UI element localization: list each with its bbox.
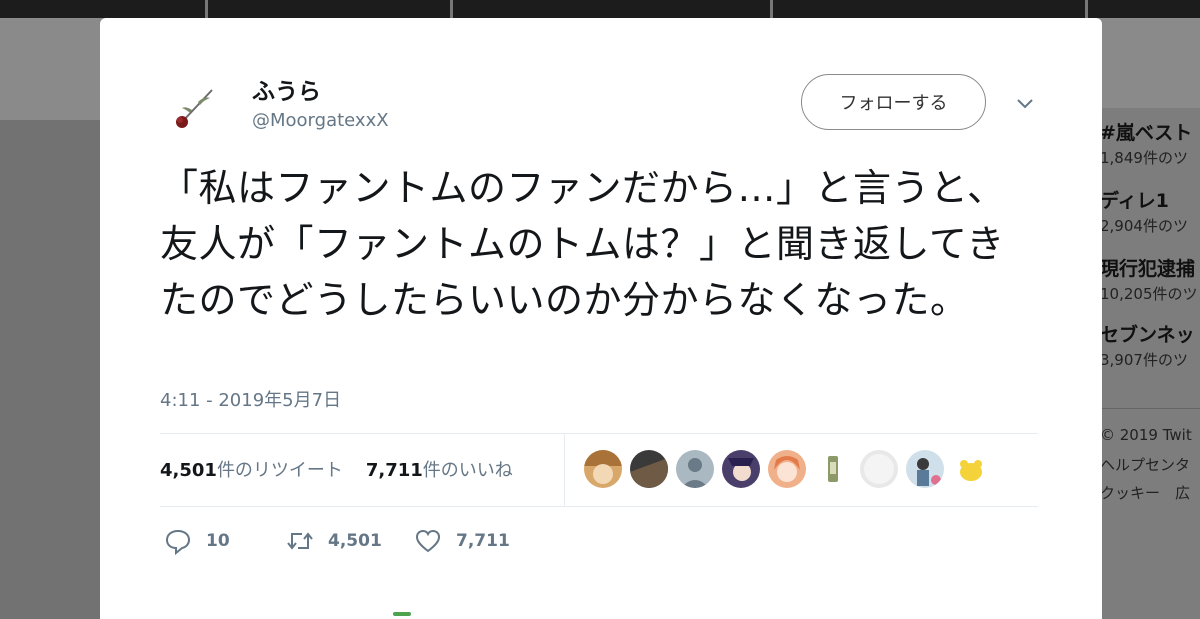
- like-action-count: 7,711: [456, 531, 510, 551]
- retweet-icon: [287, 532, 313, 550]
- avatar[interactable]: [906, 450, 944, 488]
- reply-icon: [165, 529, 191, 555]
- trend-item[interactable]: ディレ1 2,904件のツ: [1100, 186, 1188, 236]
- sidebar-divider: [1100, 408, 1200, 409]
- trend-count: 2,904件のツ: [1100, 217, 1188, 235]
- retweet-count: 4,501: [160, 460, 217, 481]
- background-decoration: [450, 0, 453, 18]
- like-stat[interactable]: 7,711件のいいね: [366, 460, 513, 481]
- trend-item[interactable]: セブンネッ 3,907件のツ: [1100, 320, 1195, 370]
- reply-button[interactable]: 10: [164, 526, 230, 556]
- trend-count: 3,907件のツ: [1100, 351, 1188, 369]
- stats-divider-top: [160, 433, 1038, 434]
- avatar[interactable]: [814, 450, 852, 488]
- background-decoration: [1085, 0, 1088, 18]
- trends-sidebar: #嵐ベスト 1,849件のツ ディレ1 2,904件のツ 現行犯逮捕 10,20…: [1092, 108, 1200, 619]
- trend-count: 1,849件のツ: [1100, 149, 1188, 167]
- avatar[interactable]: [860, 450, 898, 488]
- retweet-stat[interactable]: 4,501件のリツイート: [160, 460, 343, 481]
- stats-separator: [564, 434, 565, 506]
- footer-link-cookie[interactable]: クッキー 広: [1100, 482, 1190, 503]
- reply-count: 10: [206, 531, 230, 551]
- stats-divider-bottom: [160, 506, 1038, 507]
- heart-icon: [415, 529, 441, 553]
- trend-title: #嵐ベスト: [1100, 122, 1193, 144]
- background-decoration: [205, 0, 208, 18]
- cutoff-decoration: [393, 612, 411, 616]
- like-button[interactable]: 7,711: [414, 526, 510, 556]
- avatar[interactable]: [630, 450, 668, 488]
- rose-avatar[interactable]: [168, 80, 220, 132]
- top-nav-background: [0, 0, 1200, 18]
- like-label: 件のいいね: [422, 460, 513, 481]
- trend-title: 現行犯逮捕: [1100, 258, 1196, 280]
- avatar[interactable]: [768, 450, 806, 488]
- tweet-stats: 4,501件のリツイート 7,711件のいいね: [160, 456, 513, 482]
- trend-title: セブンネッ: [1100, 324, 1195, 346]
- avatar[interactable]: [676, 450, 714, 488]
- retweet-button[interactable]: 4,501: [286, 526, 382, 556]
- author-name[interactable]: ふうら: [252, 72, 321, 106]
- trend-item[interactable]: 現行犯逮捕 10,205件のツ: [1100, 254, 1198, 304]
- retweet-action-count: 4,501: [328, 531, 382, 551]
- background-decoration: [770, 0, 773, 18]
- retweet-label: 件のリツイート: [216, 460, 343, 481]
- avatar[interactable]: [952, 450, 990, 488]
- avatar[interactable]: [584, 450, 622, 488]
- avatar[interactable]: [722, 450, 760, 488]
- footer-link-help[interactable]: ヘルプセンタ: [1100, 454, 1190, 475]
- trend-count: 10,205件のツ: [1100, 285, 1198, 303]
- like-count: 7,711: [365, 460, 423, 481]
- trend-title: ディレ1: [1100, 190, 1169, 212]
- tweet-text: 「私はファントムのファンだから…」と言うと、友人が「ファントムのトムは？」と聞き…: [160, 166, 1006, 322]
- chevron-down-icon[interactable]: [1014, 92, 1036, 114]
- follow-button[interactable]: フォローする: [801, 74, 986, 130]
- trend-item[interactable]: #嵐ベスト 1,849件のツ: [1100, 118, 1192, 168]
- footer-copyright: © 2019 Twit: [1100, 426, 1192, 444]
- tweet-timestamp[interactable]: 4:11 - 2019年5月7日: [160, 386, 341, 412]
- author-handle[interactable]: @MoorgatexxX: [252, 110, 389, 131]
